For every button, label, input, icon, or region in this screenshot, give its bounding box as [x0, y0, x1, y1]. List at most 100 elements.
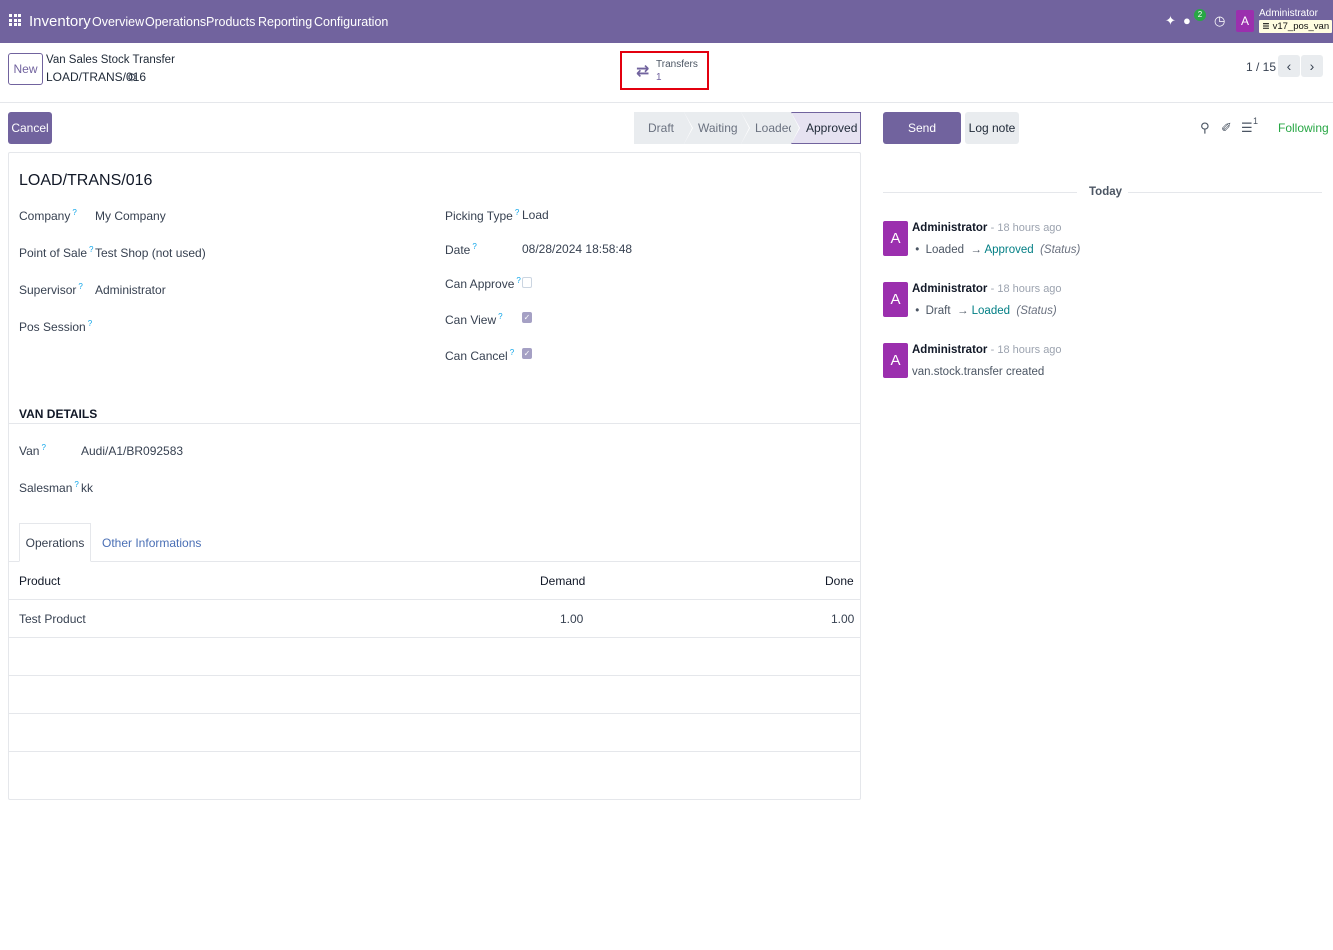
- app-name[interactable]: Inventory: [29, 13, 91, 30]
- tab-operations[interactable]: Operations: [19, 523, 91, 562]
- field-supervisor[interactable]: Administrator: [95, 283, 166, 297]
- field-label-pos-session: Pos Session?: [19, 319, 93, 334]
- log-note-button[interactable]: Log note: [965, 112, 1019, 144]
- message-body: van.stock.transfer created: [912, 366, 1045, 378]
- message-avatar[interactable]: A: [883, 282, 908, 317]
- can-approve-checkbox[interactable]: [522, 277, 532, 288]
- message-body: • Loaded → Approved (Status): [912, 244, 1081, 256]
- debug-bug-icon[interactable]: ✦: [1165, 13, 1176, 29]
- table-cell-demand[interactable]: 1.00: [560, 612, 583, 626]
- pager-next-button[interactable]: ›: [1301, 55, 1323, 77]
- field-salesman[interactable]: kk: [81, 481, 93, 495]
- stage-label: Waiting: [698, 121, 738, 135]
- message-author: Administrator - 18 hours ago: [912, 222, 1062, 234]
- field-picking-type[interactable]: Load: [522, 208, 549, 222]
- new-button[interactable]: New: [8, 53, 43, 85]
- following-button[interactable]: Following: [1278, 121, 1329, 135]
- stage-label: Loaded: [755, 121, 796, 135]
- field-label-can-approve: Can Approve?: [445, 276, 521, 291]
- help-tooltip-icon[interactable]: ?: [74, 480, 78, 489]
- gear-icon[interactable]: ⚙: [127, 71, 137, 84]
- menu-operations[interactable]: Operations: [145, 15, 206, 29]
- user-avatar[interactable]: A: [1236, 10, 1254, 32]
- stage-label: Draft: [648, 121, 675, 135]
- database-icon: ≣: [1262, 21, 1270, 32]
- field-label-salesman: Salesman?: [19, 480, 79, 495]
- field-point-of-sale[interactable]: Test Shop (not used): [95, 246, 206, 260]
- transfers-smart-button[interactable]: ⇄ Transfers 1: [620, 51, 709, 90]
- message-avatar[interactable]: A: [883, 221, 908, 256]
- user-name[interactable]: Administrator: [1259, 8, 1318, 19]
- date-separator: Today: [1089, 186, 1123, 198]
- breadcrumb-parent[interactable]: Van Sales Stock Transfer: [46, 54, 175, 66]
- database-name: v17_pos_van: [1272, 21, 1330, 32]
- menu-overview[interactable]: Overview: [92, 15, 144, 29]
- status-bar: Draft Waiting Loaded Approved: [634, 112, 861, 144]
- stage-label: Approved: [806, 121, 858, 135]
- message-time: - 18 hours ago: [990, 222, 1062, 234]
- chevron-left-icon: ‹: [1286, 58, 1292, 74]
- field-label-company: Company?: [19, 208, 77, 223]
- pager-value[interactable]: 1 / 15: [1246, 60, 1276, 74]
- chevron-right-icon: ›: [1309, 58, 1315, 74]
- followers-icon[interactable]: ☰: [1241, 120, 1253, 136]
- field-label-can-cancel: Can Cancel?: [445, 348, 515, 363]
- pager-previous-button[interactable]: ‹: [1278, 55, 1300, 77]
- can-view-checkbox[interactable]: ✓: [522, 312, 532, 323]
- help-tooltip-icon[interactable]: ?: [88, 319, 92, 328]
- stage-draft[interactable]: Draft: [634, 112, 693, 144]
- field-company[interactable]: My Company: [95, 209, 166, 223]
- paperclip-icon[interactable]: ✐: [1221, 120, 1232, 136]
- date-separator-line: [883, 192, 1077, 193]
- field-van[interactable]: Audi/A1/BR092583: [81, 444, 183, 458]
- apps-menu-icon[interactable]: [9, 14, 21, 26]
- column-header-product[interactable]: Product: [19, 574, 60, 588]
- help-tooltip-icon[interactable]: ?: [72, 208, 76, 217]
- top-navbar: Inventory Overview Operations Products R…: [0, 0, 1333, 43]
- table-row-divider: [9, 637, 860, 638]
- search-icon[interactable]: ⚲: [1200, 120, 1210, 136]
- help-tooltip-icon[interactable]: ?: [41, 443, 45, 452]
- arrow-right-icon: →: [970, 244, 982, 256]
- menu-products[interactable]: Products: [206, 15, 255, 29]
- table-cell-product[interactable]: Test Product: [19, 612, 86, 626]
- section-divider: [9, 423, 860, 424]
- message-author: Administrator - 18 hours ago: [912, 283, 1062, 295]
- help-tooltip-icon[interactable]: ?: [78, 282, 82, 291]
- date-separator-line: [1128, 192, 1322, 193]
- message-time: - 18 hours ago: [990, 283, 1062, 295]
- help-tooltip-icon[interactable]: ?: [510, 348, 514, 357]
- help-tooltip-icon[interactable]: ?: [472, 242, 476, 251]
- cancel-button[interactable]: Cancel: [8, 112, 52, 144]
- message-author: Administrator - 18 hours ago: [912, 344, 1062, 356]
- stage-approved[interactable]: Approved: [791, 112, 861, 144]
- table-row-divider: [9, 751, 860, 752]
- send-message-button[interactable]: Send message: [883, 112, 961, 167]
- table-cell-done[interactable]: 1.00: [831, 612, 854, 626]
- can-cancel-checkbox[interactable]: ✓: [522, 348, 532, 359]
- messages-icon[interactable]: ●: [1183, 13, 1191, 28]
- message-time: - 18 hours ago: [990, 344, 1062, 356]
- table-row-divider: [9, 713, 860, 714]
- message-avatar[interactable]: A: [883, 343, 908, 378]
- field-label-picking-type: Picking Type?: [445, 208, 520, 223]
- table-header-divider: [9, 599, 860, 600]
- smart-button-label: Transfers: [656, 59, 698, 70]
- help-tooltip-icon[interactable]: ?: [89, 245, 93, 254]
- help-tooltip-icon[interactable]: ?: [515, 208, 519, 217]
- field-label-point-of-sale: Point of Sale?: [19, 245, 94, 260]
- record-title: LOAD/TRANS/016: [19, 172, 153, 189]
- menu-configuration[interactable]: Configuration: [314, 15, 388, 29]
- transfer-arrows-icon: ⇄: [636, 63, 650, 80]
- help-tooltip-icon[interactable]: ?: [498, 312, 502, 321]
- column-header-demand[interactable]: Demand: [540, 574, 585, 588]
- field-label-supervisor: Supervisor?: [19, 282, 83, 297]
- arrow-right-icon: →: [956, 305, 969, 317]
- tab-other-informations[interactable]: Other Informations: [102, 536, 201, 550]
- column-header-done[interactable]: Done: [825, 574, 854, 588]
- menu-reporting[interactable]: Reporting: [258, 15, 312, 29]
- field-date[interactable]: 08/28/2024 18:58:48: [522, 242, 632, 256]
- help-tooltip-icon[interactable]: ?: [516, 276, 520, 285]
- field-label-date: Date?: [445, 242, 477, 257]
- activity-clock-icon[interactable]: ◷: [1214, 13, 1225, 29]
